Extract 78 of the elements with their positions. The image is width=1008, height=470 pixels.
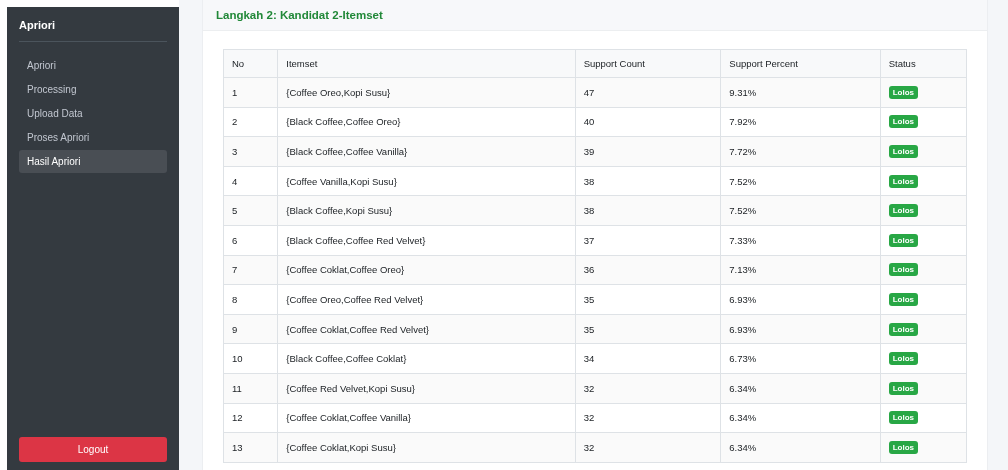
status-badge: Lolos — [888, 204, 919, 218]
table-cell: 7.52% — [720, 195, 881, 226]
table-cell: 47 — [575, 77, 721, 108]
sidebar-title: Apriori — [19, 7, 167, 42]
table-cell: 6.34% — [720, 432, 881, 463]
sidebar-item[interactable]: Proses Apriori — [19, 126, 167, 149]
table-cell: 12 — [223, 403, 278, 433]
table-cell: 35 — [575, 284, 721, 315]
status-badge: Lolos — [888, 440, 919, 454]
column-header: No — [223, 49, 278, 78]
table-cell: 10 — [223, 343, 278, 374]
table-cell: 6.73% — [720, 343, 881, 374]
table-cell: {Coffee Oreo,Coffee Red Velvet} — [277, 284, 576, 315]
table-cell: {Coffee Coklat,Kopi Susu} — [277, 432, 576, 463]
table-cell: 7.72% — [720, 136, 881, 167]
table-cell: 11 — [223, 373, 278, 404]
sidebar-item[interactable]: Hasil Apriori — [19, 150, 167, 173]
table-cell: 39 — [575, 136, 721, 167]
table-cell: 8 — [223, 284, 278, 315]
sidebar-item[interactable]: Apriori — [19, 54, 167, 77]
table-cell: {Coffee Coklat,Coffee Oreo} — [277, 255, 576, 285]
status-badge: Lolos — [888, 85, 919, 99]
table-cell: 9.31% — [720, 77, 881, 108]
table-cell: 2 — [223, 107, 278, 137]
table-cell: 7.13% — [720, 255, 881, 285]
table-cell: {Black Coffee,Coffee Vanilla} — [277, 136, 576, 167]
table-cell: 1 — [223, 77, 278, 108]
table-cell: 6 — [223, 225, 278, 256]
status-badge: Lolos — [888, 381, 919, 395]
table-cell: 38 — [575, 195, 721, 226]
status-badge: Lolos — [888, 352, 919, 366]
column-header: Itemset — [277, 49, 576, 78]
table-cell: 13 — [223, 432, 278, 463]
table-cell: 6.34% — [720, 403, 881, 433]
table-cell: 32 — [575, 403, 721, 433]
sidebar-item[interactable]: Processing — [19, 78, 167, 101]
table-cell: 6.93% — [720, 314, 881, 344]
table-cell: {Coffee Coklat,Coffee Vanilla} — [277, 403, 576, 433]
column-header: Status — [880, 49, 967, 78]
logout-button[interactable]: Logout — [19, 437, 167, 462]
table-cell: 4 — [223, 166, 278, 196]
table-cell: 34 — [575, 343, 721, 374]
table-cell: 32 — [575, 373, 721, 404]
table-cell: {Coffee Vanilla,Kopi Susu} — [277, 166, 576, 196]
table-cell: {Black Coffee,Coffee Coklat} — [277, 343, 576, 374]
table-cell: {Black Coffee,Coffee Red Velvet} — [277, 225, 576, 256]
status-badge: Lolos — [888, 322, 919, 336]
table-cell: 32 — [575, 432, 721, 463]
table-cell: 36 — [575, 255, 721, 285]
status-badge: Lolos — [888, 174, 919, 188]
table-cell: {Coffee Coklat,Coffee Red Velvet} — [277, 314, 576, 344]
table-cell: 7.52% — [720, 166, 881, 196]
status-badge: Lolos — [888, 292, 919, 306]
table-cell: {Black Coffee,Kopi Susu} — [277, 195, 576, 226]
table-cell: 35 — [575, 314, 721, 344]
table-cell: 7.92% — [720, 107, 881, 137]
column-header: Support Percent — [720, 49, 881, 78]
table-cell: 38 — [575, 166, 721, 196]
status-badge: Lolos — [888, 263, 919, 277]
sidebar-item[interactable]: Upload Data — [19, 102, 167, 125]
table-cell: 37 — [575, 225, 721, 256]
table-cell: 7.33% — [720, 225, 881, 256]
status-badge: Lolos — [888, 411, 919, 425]
status-badge: Lolos — [888, 145, 919, 158]
column-header: Support Count — [575, 49, 721, 78]
table-cell: 7 — [223, 255, 278, 285]
status-badge: Lolos — [888, 233, 919, 247]
table-cell: {Coffee Red Velvet,Kopi Susu} — [277, 373, 576, 404]
table-cell: 3 — [223, 136, 278, 167]
table-cell: 40 — [575, 107, 721, 137]
table-cell: {Black Coffee,Coffee Oreo} — [277, 107, 576, 137]
status-badge: Lolos — [888, 115, 919, 129]
table-cell: 9 — [223, 314, 278, 344]
table-cell: 5 — [223, 195, 278, 226]
table-cell: 6.34% — [720, 373, 881, 404]
card-title: Langkah 2: Kandidat 2-Itemset — [216, 9, 383, 21]
table-cell: 6.93% — [720, 284, 881, 315]
table-cell: {Coffee Oreo,Kopi Susu} — [277, 77, 576, 108]
